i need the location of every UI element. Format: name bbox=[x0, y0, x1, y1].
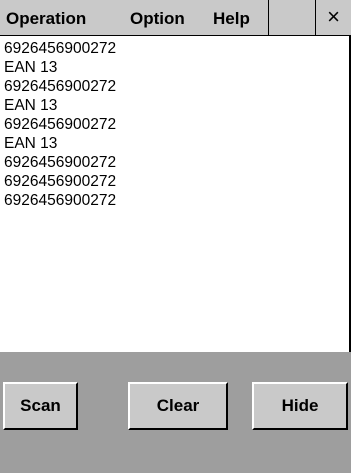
output-line: 6926456900272 bbox=[4, 116, 117, 133]
menu-help[interactable]: Help bbox=[213, 0, 250, 35]
menu-divider bbox=[268, 0, 269, 35]
output-line: 6926456900272 bbox=[4, 78, 117, 95]
scan-output-textarea[interactable]: 6926456900272 EAN 13 6926456900272 EAN 1… bbox=[0, 36, 351, 352]
output-line: 6926456900272 bbox=[4, 40, 117, 57]
output-line: 6926456900272 bbox=[4, 154, 117, 171]
output-line: 6926456900272 bbox=[4, 173, 117, 190]
output-line: EAN 13 bbox=[4, 59, 58, 76]
close-icon[interactable]: × bbox=[316, 0, 351, 35]
menu-operation[interactable]: Operation bbox=[6, 0, 86, 35]
hide-button[interactable]: Hide bbox=[252, 382, 348, 430]
output-line: EAN 13 bbox=[4, 135, 58, 152]
output-line: 6926456900272 bbox=[4, 192, 117, 209]
menu-option[interactable]: Option bbox=[130, 0, 185, 35]
clear-button[interactable]: Clear bbox=[128, 382, 228, 430]
menu-bar: Operation Option Help × bbox=[0, 0, 351, 36]
scan-button[interactable]: Scan bbox=[3, 382, 78, 430]
output-line: EAN 13 bbox=[4, 97, 58, 114]
